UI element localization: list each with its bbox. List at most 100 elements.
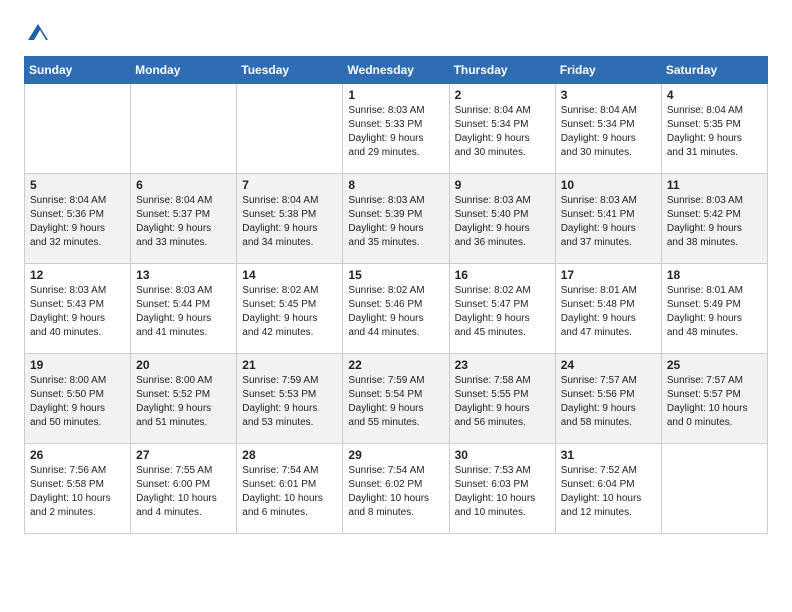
day-cell: 30 Sunrise: 7:53 AMSunset: 6:03 PMDayligh… — [449, 444, 555, 534]
day-info: Sunrise: 8:02 AMSunset: 5:47 PMDaylight:… — [455, 284, 550, 340]
day-info: Sunrise: 7:59 AMSunset: 5:54 PMDaylight:… — [348, 374, 443, 430]
day-cell: 14Sunrise: 8:02 AMSunset: 5:45 PMDayligh… — [237, 264, 343, 354]
day-cell: 13 Sunrise: 8:03 AMSunset: 5:44 PMDayligh… — [131, 264, 237, 354]
day-info: Sunrise: 7:56 AMSunset: 5:58 PMDaylight:… — [30, 464, 125, 520]
day-cell — [131, 84, 237, 174]
day-cell: 12 Sunrise: 8:03 AMSunset: 5:43 PMDayligh… — [25, 264, 131, 354]
day-number: 19 — [30, 358, 125, 372]
day-info: Sunrise: 8:04 AMSunset: 5:36 PMDaylight:… — [30, 194, 125, 250]
day-info: Sunrise: 8:03 AMSunset: 5:40 PMDaylight:… — [455, 194, 550, 250]
day-cell: 25Sunrise: 7:57 AMSunset: 5:57 PMDayligh… — [661, 354, 767, 444]
day-number: 23 — [455, 358, 550, 372]
day-number: 30 — [455, 448, 550, 462]
day-number: 4 — [667, 88, 762, 102]
week-row-5: 26 Sunrise: 7:56 AMSunset: 5:58 PMDayligh… — [25, 444, 768, 534]
day-info: Sunrise: 8:03 AMSunset: 5:41 PMDaylight:… — [561, 194, 656, 250]
day-cell: 5 Sunrise: 8:04 AMSunset: 5:36 PMDaylight… — [25, 174, 131, 264]
day-info: Sunrise: 8:03 AMSunset: 5:39 PMDaylight:… — [348, 194, 443, 250]
logo-icon — [26, 20, 50, 44]
header — [24, 20, 768, 44]
header-cell-friday: Friday — [555, 57, 661, 84]
day-number: 2 — [455, 88, 550, 102]
day-cell: 17 Sunrise: 8:01 AMSunset: 5:48 PMDayligh… — [555, 264, 661, 354]
day-number: 24 — [561, 358, 656, 372]
day-info: Sunrise: 8:01 AMSunset: 5:48 PMDaylight:… — [561, 284, 656, 340]
day-number: 9 — [455, 178, 550, 192]
day-cell: 16 Sunrise: 8:02 AMSunset: 5:47 PMDayligh… — [449, 264, 555, 354]
day-cell: 21 Sunrise: 7:59 AMSunset: 5:53 PMDayligh… — [237, 354, 343, 444]
day-info: Sunrise: 7:59 AMSunset: 5:53 PMDaylight:… — [242, 374, 337, 430]
day-info: Sunrise: 8:04 AMSunset: 5:37 PMDaylight:… — [136, 194, 231, 250]
day-cell — [661, 444, 767, 534]
calendar-table: SundayMondayTuesdayWednesdayThursdayFrid… — [24, 56, 768, 534]
day-number: 5 — [30, 178, 125, 192]
day-info: Sunrise: 7:54 AMSunset: 6:01 PMDaylight:… — [242, 464, 337, 520]
day-cell — [237, 84, 343, 174]
header-row: SundayMondayTuesdayWednesdayThursdayFrid… — [25, 57, 768, 84]
day-cell: 23 Sunrise: 7:58 AMSunset: 5:55 PMDayligh… — [449, 354, 555, 444]
day-info: Sunrise: 8:04 AMSunset: 5:34 PMDaylight:… — [561, 104, 656, 160]
day-number: 25 — [667, 358, 762, 372]
header-cell-monday: Monday — [131, 57, 237, 84]
day-number: 27 — [136, 448, 231, 462]
day-number: 12 — [30, 268, 125, 282]
day-cell: 18 Sunrise: 8:01 AMSunset: 5:49 PMDayligh… — [661, 264, 767, 354]
day-info: Sunrise: 8:00 AMSunset: 5:52 PMDaylight:… — [136, 374, 231, 430]
day-number: 16 — [455, 268, 550, 282]
day-info: Sunrise: 7:57 AMSunset: 5:56 PMDaylight:… — [561, 374, 656, 430]
day-number: 3 — [561, 88, 656, 102]
day-info: Sunrise: 8:04 AMSunset: 5:38 PMDaylight:… — [242, 194, 337, 250]
day-cell: 9 Sunrise: 8:03 AMSunset: 5:40 PMDaylight… — [449, 174, 555, 264]
day-cell: 22 Sunrise: 7:59 AMSunset: 5:54 PMDayligh… — [343, 354, 449, 444]
day-cell: 1Sunrise: 8:03 AMSunset: 5:33 PMDaylight… — [343, 84, 449, 174]
day-info: Sunrise: 7:53 AMSunset: 6:03 PMDaylight:… — [455, 464, 550, 520]
day-cell: 7 Sunrise: 8:04 AMSunset: 5:38 PMDaylight… — [237, 174, 343, 264]
day-info: Sunrise: 8:04 AMSunset: 5:34 PMDaylight:… — [455, 104, 550, 160]
day-cell: 29Sunrise: 7:54 AMSunset: 6:02 PMDayligh… — [343, 444, 449, 534]
day-info: Sunrise: 8:03 AMSunset: 5:43 PMDaylight:… — [30, 284, 125, 340]
day-cell: 10 Sunrise: 8:03 AMSunset: 5:41 PMDayligh… — [555, 174, 661, 264]
day-cell: 6 Sunrise: 8:04 AMSunset: 5:37 PMDaylight… — [131, 174, 237, 264]
day-info: Sunrise: 7:55 AMSunset: 6:00 PMDaylight:… — [136, 464, 231, 520]
day-info: Sunrise: 8:03 AMSunset: 5:44 PMDaylight:… — [136, 284, 231, 340]
day-info: Sunrise: 8:02 AMSunset: 5:46 PMDaylight:… — [348, 284, 443, 340]
day-info: Sunrise: 8:03 AMSunset: 5:42 PMDaylight:… — [667, 194, 762, 250]
calendar-body: 1Sunrise: 8:03 AMSunset: 5:33 PMDaylight… — [25, 84, 768, 534]
day-cell: 15Sunrise: 8:02 AMSunset: 5:46 PMDayligh… — [343, 264, 449, 354]
day-number: 6 — [136, 178, 231, 192]
day-number: 18 — [667, 268, 762, 282]
day-number: 26 — [30, 448, 125, 462]
day-cell: 31Sunrise: 7:52 AMSunset: 6:04 PMDayligh… — [555, 444, 661, 534]
week-row-2: 5 Sunrise: 8:04 AMSunset: 5:36 PMDaylight… — [25, 174, 768, 264]
header-cell-sunday: Sunday — [25, 57, 131, 84]
day-cell: 3 Sunrise: 8:04 AMSunset: 5:34 PMDaylight… — [555, 84, 661, 174]
day-cell: 19 Sunrise: 8:00 AMSunset: 5:50 PMDayligh… — [25, 354, 131, 444]
page: SundayMondayTuesdayWednesdayThursdayFrid… — [0, 0, 792, 554]
day-cell: 11 Sunrise: 8:03 AMSunset: 5:42 PMDayligh… — [661, 174, 767, 264]
day-info: Sunrise: 8:00 AMSunset: 5:50 PMDaylight:… — [30, 374, 125, 430]
day-number: 20 — [136, 358, 231, 372]
day-cell: 2 Sunrise: 8:04 AMSunset: 5:34 PMDaylight… — [449, 84, 555, 174]
day-info: Sunrise: 8:02 AMSunset: 5:45 PMDaylight:… — [242, 284, 337, 340]
day-number: 10 — [561, 178, 656, 192]
day-number: 11 — [667, 178, 762, 192]
day-number: 22 — [348, 358, 443, 372]
header-cell-thursday: Thursday — [449, 57, 555, 84]
logo — [24, 20, 50, 44]
header-cell-wednesday: Wednesday — [343, 57, 449, 84]
day-number: 17 — [561, 268, 656, 282]
day-info: Sunrise: 8:01 AMSunset: 5:49 PMDaylight:… — [667, 284, 762, 340]
day-number: 8 — [348, 178, 443, 192]
week-row-1: 1Sunrise: 8:03 AMSunset: 5:33 PMDaylight… — [25, 84, 768, 174]
day-info: Sunrise: 7:58 AMSunset: 5:55 PMDaylight:… — [455, 374, 550, 430]
day-cell: 20 Sunrise: 8:00 AMSunset: 5:52 PMDayligh… — [131, 354, 237, 444]
day-number: 21 — [242, 358, 337, 372]
day-cell — [25, 84, 131, 174]
day-cell: 8 Sunrise: 8:03 AMSunset: 5:39 PMDaylight… — [343, 174, 449, 264]
day-number: 13 — [136, 268, 231, 282]
day-number: 31 — [561, 448, 656, 462]
day-cell: 28Sunrise: 7:54 AMSunset: 6:01 PMDayligh… — [237, 444, 343, 534]
day-number: 7 — [242, 178, 337, 192]
day-cell: 27 Sunrise: 7:55 AMSunset: 6:00 PMDayligh… — [131, 444, 237, 534]
day-info: Sunrise: 8:03 AMSunset: 5:33 PMDaylight:… — [348, 104, 443, 160]
